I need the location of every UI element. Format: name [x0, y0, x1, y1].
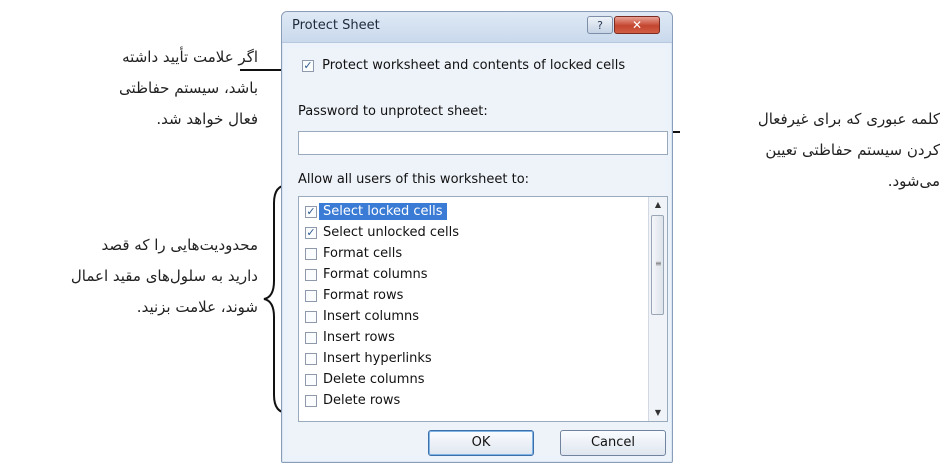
permission-label: Insert rows — [323, 330, 395, 345]
permission-label: Format columns — [323, 267, 428, 282]
annotation-protect: اگر علامت تأیید داشته باشد، سیستم حفاظتی… — [96, 42, 258, 135]
permission-checkbox[interactable] — [305, 373, 317, 386]
title-bar: Protect Sheet ? ✕ — [282, 12, 672, 43]
permission-label: Format cells — [323, 246, 403, 261]
protect-sheet-dialog: Protect Sheet ? ✕ ✓ Protect worksheet an… — [281, 11, 673, 463]
permission-checkbox[interactable] — [305, 331, 317, 344]
dialog-body: ✓ Protect worksheet and contents of lock… — [288, 48, 668, 456]
list-item[interactable]: Format cells — [301, 243, 641, 264]
annotation-password: کلمه عبوری که برای غیرفعال کردن سیستم حف… — [690, 104, 940, 197]
permission-label: Select unlocked cells — [323, 225, 460, 240]
permission-label: Delete columns — [323, 372, 425, 387]
list-scrollbar[interactable]: ▲ ≡ ▼ — [648, 197, 667, 421]
permission-label: Select locked cells — [319, 203, 447, 220]
permissions-list[interactable]: ✓ Select locked cells ✓ Select unlocked ce… — [298, 196, 668, 422]
list-item[interactable]: Insert columns — [301, 306, 641, 327]
protect-checkbox-label: Protect worksheet and contents of locked… — [322, 58, 626, 73]
cancel-button[interactable]: Cancel — [560, 430, 666, 456]
allow-users-label: Allow all users of this worksheet to: — [298, 172, 530, 187]
ok-button[interactable]: OK — [428, 430, 534, 456]
dialog-title: Protect Sheet — [292, 18, 380, 33]
permission-checkbox[interactable] — [305, 394, 317, 407]
help-button[interactable]: ? — [587, 16, 613, 34]
permission-checkbox[interactable] — [305, 289, 317, 302]
list-item[interactable]: Format columns — [301, 264, 641, 285]
annotation-line: می‌شود. — [887, 172, 940, 190]
annotation-line: دارید به سلول‌های مقید اعمال — [70, 267, 258, 285]
permission-checkbox[interactable]: ✓ — [305, 205, 317, 218]
permission-checkbox[interactable] — [305, 310, 317, 323]
annotation-line: شوند، علامت بزنید. — [136, 298, 258, 316]
annotation-line: محدودیت‌هایی را که قصد — [101, 236, 258, 254]
scroll-up-icon[interactable]: ▲ — [649, 197, 667, 213]
annotation-line: باشد، سیستم حفاظتی — [119, 79, 258, 97]
help-icon: ? — [597, 19, 603, 32]
permission-label: Delete rows — [323, 393, 401, 408]
permission-label: Format rows — [323, 288, 404, 303]
scroll-thumb[interactable]: ≡ — [651, 215, 664, 315]
protect-checkbox-row[interactable]: ✓ Protect worksheet and contents of lock… — [302, 58, 625, 73]
list-item[interactable]: Delete rows — [301, 390, 641, 411]
list-item[interactable]: Insert hyperlinks — [301, 348, 641, 369]
list-item[interactable]: ✓ Select unlocked cells — [301, 222, 641, 243]
annotation-line: اگر علامت تأیید داشته — [122, 48, 258, 66]
list-item[interactable]: Delete columns — [301, 369, 641, 390]
permission-label: Insert columns — [323, 309, 420, 324]
list-item[interactable]: Format rows — [301, 285, 641, 306]
permission-checkbox[interactable] — [305, 268, 317, 281]
annotation-line: فعال خواهد شد. — [156, 110, 258, 128]
scroll-down-icon[interactable]: ▼ — [649, 405, 667, 421]
permission-label: Insert hyperlinks — [323, 351, 432, 366]
close-icon: ✕ — [631, 18, 643, 32]
annotation-line: کردن سیستم حفاظتی تعیین — [765, 141, 940, 159]
permission-checkbox[interactable] — [305, 352, 317, 365]
permission-checkbox[interactable] — [305, 247, 317, 260]
annotation-line: کلمه عبوری که برای غیرفعال — [757, 110, 940, 128]
list-item[interactable]: ✓ Select locked cells — [301, 201, 641, 222]
permission-checkbox[interactable]: ✓ — [305, 226, 317, 239]
annotation-permissions: محدودیت‌هایی را که قصد دارید به سلول‌های… — [8, 230, 258, 323]
grip-icon: ≡ — [655, 259, 662, 268]
password-label: Password to unprotect sheet: — [298, 104, 488, 119]
password-input[interactable] — [298, 131, 668, 155]
list-item[interactable]: Insert rows — [301, 327, 641, 348]
close-button[interactable]: ✕ — [614, 16, 660, 34]
protect-checkbox[interactable]: ✓ — [302, 59, 314, 72]
